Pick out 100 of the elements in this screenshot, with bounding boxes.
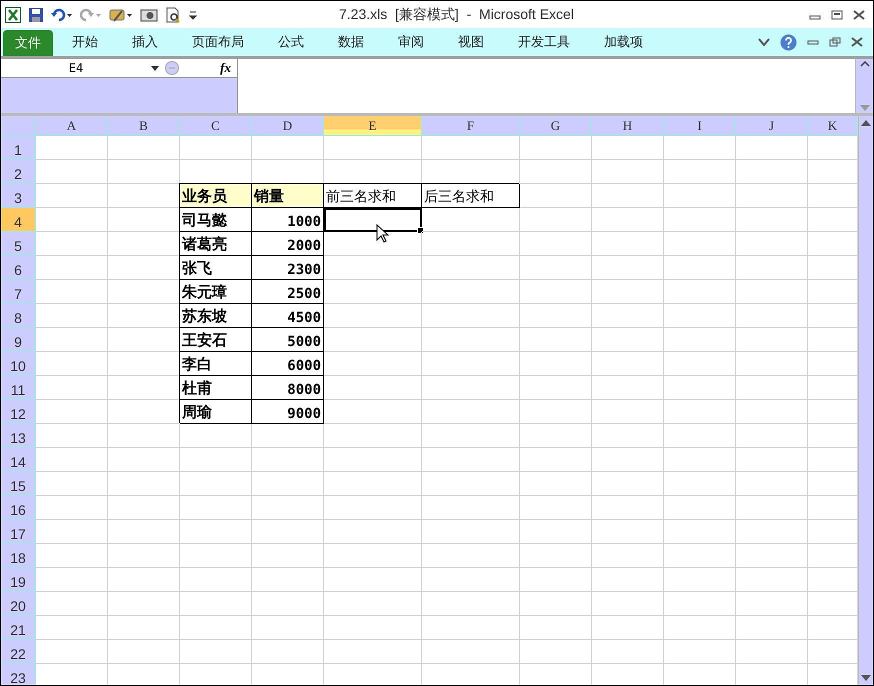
- empty-cell[interactable]: [252, 424, 324, 448]
- ribbon-tab[interactable]: 开始: [55, 28, 115, 56]
- empty-cell[interactable]: [736, 592, 808, 616]
- empty-cell[interactable]: [180, 640, 252, 664]
- empty-cell[interactable]: [324, 448, 422, 472]
- row-header[interactable]: 13: [1, 424, 36, 448]
- row-header[interactable]: 10: [1, 352, 36, 376]
- save-icon[interactable]: [28, 6, 44, 22]
- empty-cell[interactable]: [108, 544, 180, 568]
- empty-cell[interactable]: [664, 520, 736, 544]
- empty-cell[interactable]: [422, 352, 520, 376]
- empty-cell[interactable]: [422, 568, 520, 592]
- close-icon[interactable]: [851, 37, 863, 47]
- column-header[interactable]: B: [108, 116, 180, 136]
- empty-cell[interactable]: [324, 616, 422, 640]
- empty-cell[interactable]: [180, 448, 252, 472]
- empty-cell[interactable]: [422, 496, 520, 520]
- empty-cell[interactable]: [520, 472, 592, 496]
- row-header[interactable]: 2: [1, 160, 36, 184]
- help-icon[interactable]: [780, 34, 797, 50]
- row-header[interactable]: 8: [1, 304, 36, 328]
- empty-cell[interactable]: [422, 400, 520, 424]
- empty-cell[interactable]: [324, 400, 422, 424]
- ribbon-tab[interactable]: 视图: [441, 28, 501, 56]
- column-header[interactable]: I: [664, 116, 736, 136]
- empty-cell[interactable]: [736, 136, 808, 160]
- empty-cell[interactable]: [592, 592, 664, 616]
- collapse-ribbon-icon[interactable]: [758, 37, 770, 47]
- empty-cell[interactable]: [520, 520, 592, 544]
- empty-cell[interactable]: [592, 544, 664, 568]
- empty-cell[interactable]: [108, 424, 180, 448]
- column-header[interactable]: K: [808, 116, 858, 136]
- empty-cell[interactable]: [324, 640, 422, 664]
- empty-cell[interactable]: [520, 616, 592, 640]
- empty-cell[interactable]: [736, 616, 808, 640]
- empty-cell[interactable]: [664, 136, 736, 160]
- select-all-corner[interactable]: [1, 116, 36, 136]
- dropdown-arrow-icon[interactable]: [151, 66, 159, 70]
- empty-cell[interactable]: [324, 328, 422, 352]
- empty-cell[interactable]: [664, 472, 736, 496]
- empty-cell[interactable]: [108, 616, 180, 640]
- empty-cell[interactable]: [664, 448, 736, 472]
- empty-cell[interactable]: [520, 448, 592, 472]
- empty-cell[interactable]: [736, 328, 808, 352]
- row-header[interactable]: 20: [1, 592, 36, 616]
- empty-cell[interactable]: [520, 208, 592, 232]
- column-header[interactable]: F: [422, 116, 520, 136]
- empty-cell[interactable]: [736, 232, 808, 256]
- empty-cell[interactable]: [324, 280, 422, 304]
- empty-cell[interactable]: [520, 328, 592, 352]
- empty-cell[interactable]: [422, 544, 520, 568]
- empty-cell[interactable]: [592, 400, 664, 424]
- empty-cell[interactable]: [520, 280, 592, 304]
- empty-cell[interactable]: [664, 592, 736, 616]
- row-header[interactable]: 21: [1, 616, 36, 640]
- column-header[interactable]: A: [36, 116, 108, 136]
- empty-cell[interactable]: [324, 592, 422, 616]
- empty-cell[interactable]: [736, 640, 808, 664]
- empty-cell[interactable]: [252, 568, 324, 592]
- empty-cell[interactable]: [736, 520, 808, 544]
- empty-cell[interactable]: [422, 640, 520, 664]
- empty-cell[interactable]: [592, 256, 664, 280]
- row-header[interactable]: 19: [1, 568, 36, 592]
- empty-cell[interactable]: [520, 544, 592, 568]
- empty-cell[interactable]: [422, 256, 520, 280]
- empty-cell[interactable]: [520, 304, 592, 328]
- empty-cell[interactable]: [736, 304, 808, 328]
- empty-cell[interactable]: [664, 640, 736, 664]
- empty-cell[interactable]: [520, 256, 592, 280]
- empty-cell[interactable]: [108, 568, 180, 592]
- empty-cell[interactable]: [520, 184, 592, 208]
- empty-cell[interactable]: [180, 496, 252, 520]
- empty-cell[interactable]: [422, 592, 520, 616]
- row-header[interactable]: 15: [1, 472, 36, 496]
- row-header[interactable]: 16: [1, 496, 36, 520]
- empty-cell[interactable]: [252, 592, 324, 616]
- empty-cell[interactable]: [324, 352, 422, 376]
- empty-cell[interactable]: [664, 400, 736, 424]
- empty-cell[interactable]: [252, 616, 324, 640]
- row-header[interactable]: 7: [1, 280, 36, 304]
- empty-cell[interactable]: [592, 640, 664, 664]
- empty-cell[interactable]: [736, 424, 808, 448]
- ribbon-tab[interactable]: 加载项: [587, 28, 660, 56]
- empty-cell[interactable]: [324, 256, 422, 280]
- empty-cell[interactable]: [664, 256, 736, 280]
- empty-cell[interactable]: [108, 448, 180, 472]
- empty-cell[interactable]: [736, 376, 808, 400]
- empty-cell[interactable]: [736, 400, 808, 424]
- maximize-icon[interactable]: [831, 10, 843, 20]
- empty-cell[interactable]: [736, 496, 808, 520]
- empty-cell[interactable]: [324, 304, 422, 328]
- empty-cell[interactable]: [736, 184, 808, 208]
- empty-cell[interactable]: [180, 568, 252, 592]
- empty-cell[interactable]: [324, 472, 422, 496]
- close-icon[interactable]: [853, 10, 865, 20]
- empty-cell[interactable]: [422, 328, 520, 352]
- empty-cell[interactable]: [324, 232, 422, 256]
- empty-cell[interactable]: [520, 232, 592, 256]
- empty-cell[interactable]: [664, 376, 736, 400]
- empty-cell[interactable]: [592, 616, 664, 640]
